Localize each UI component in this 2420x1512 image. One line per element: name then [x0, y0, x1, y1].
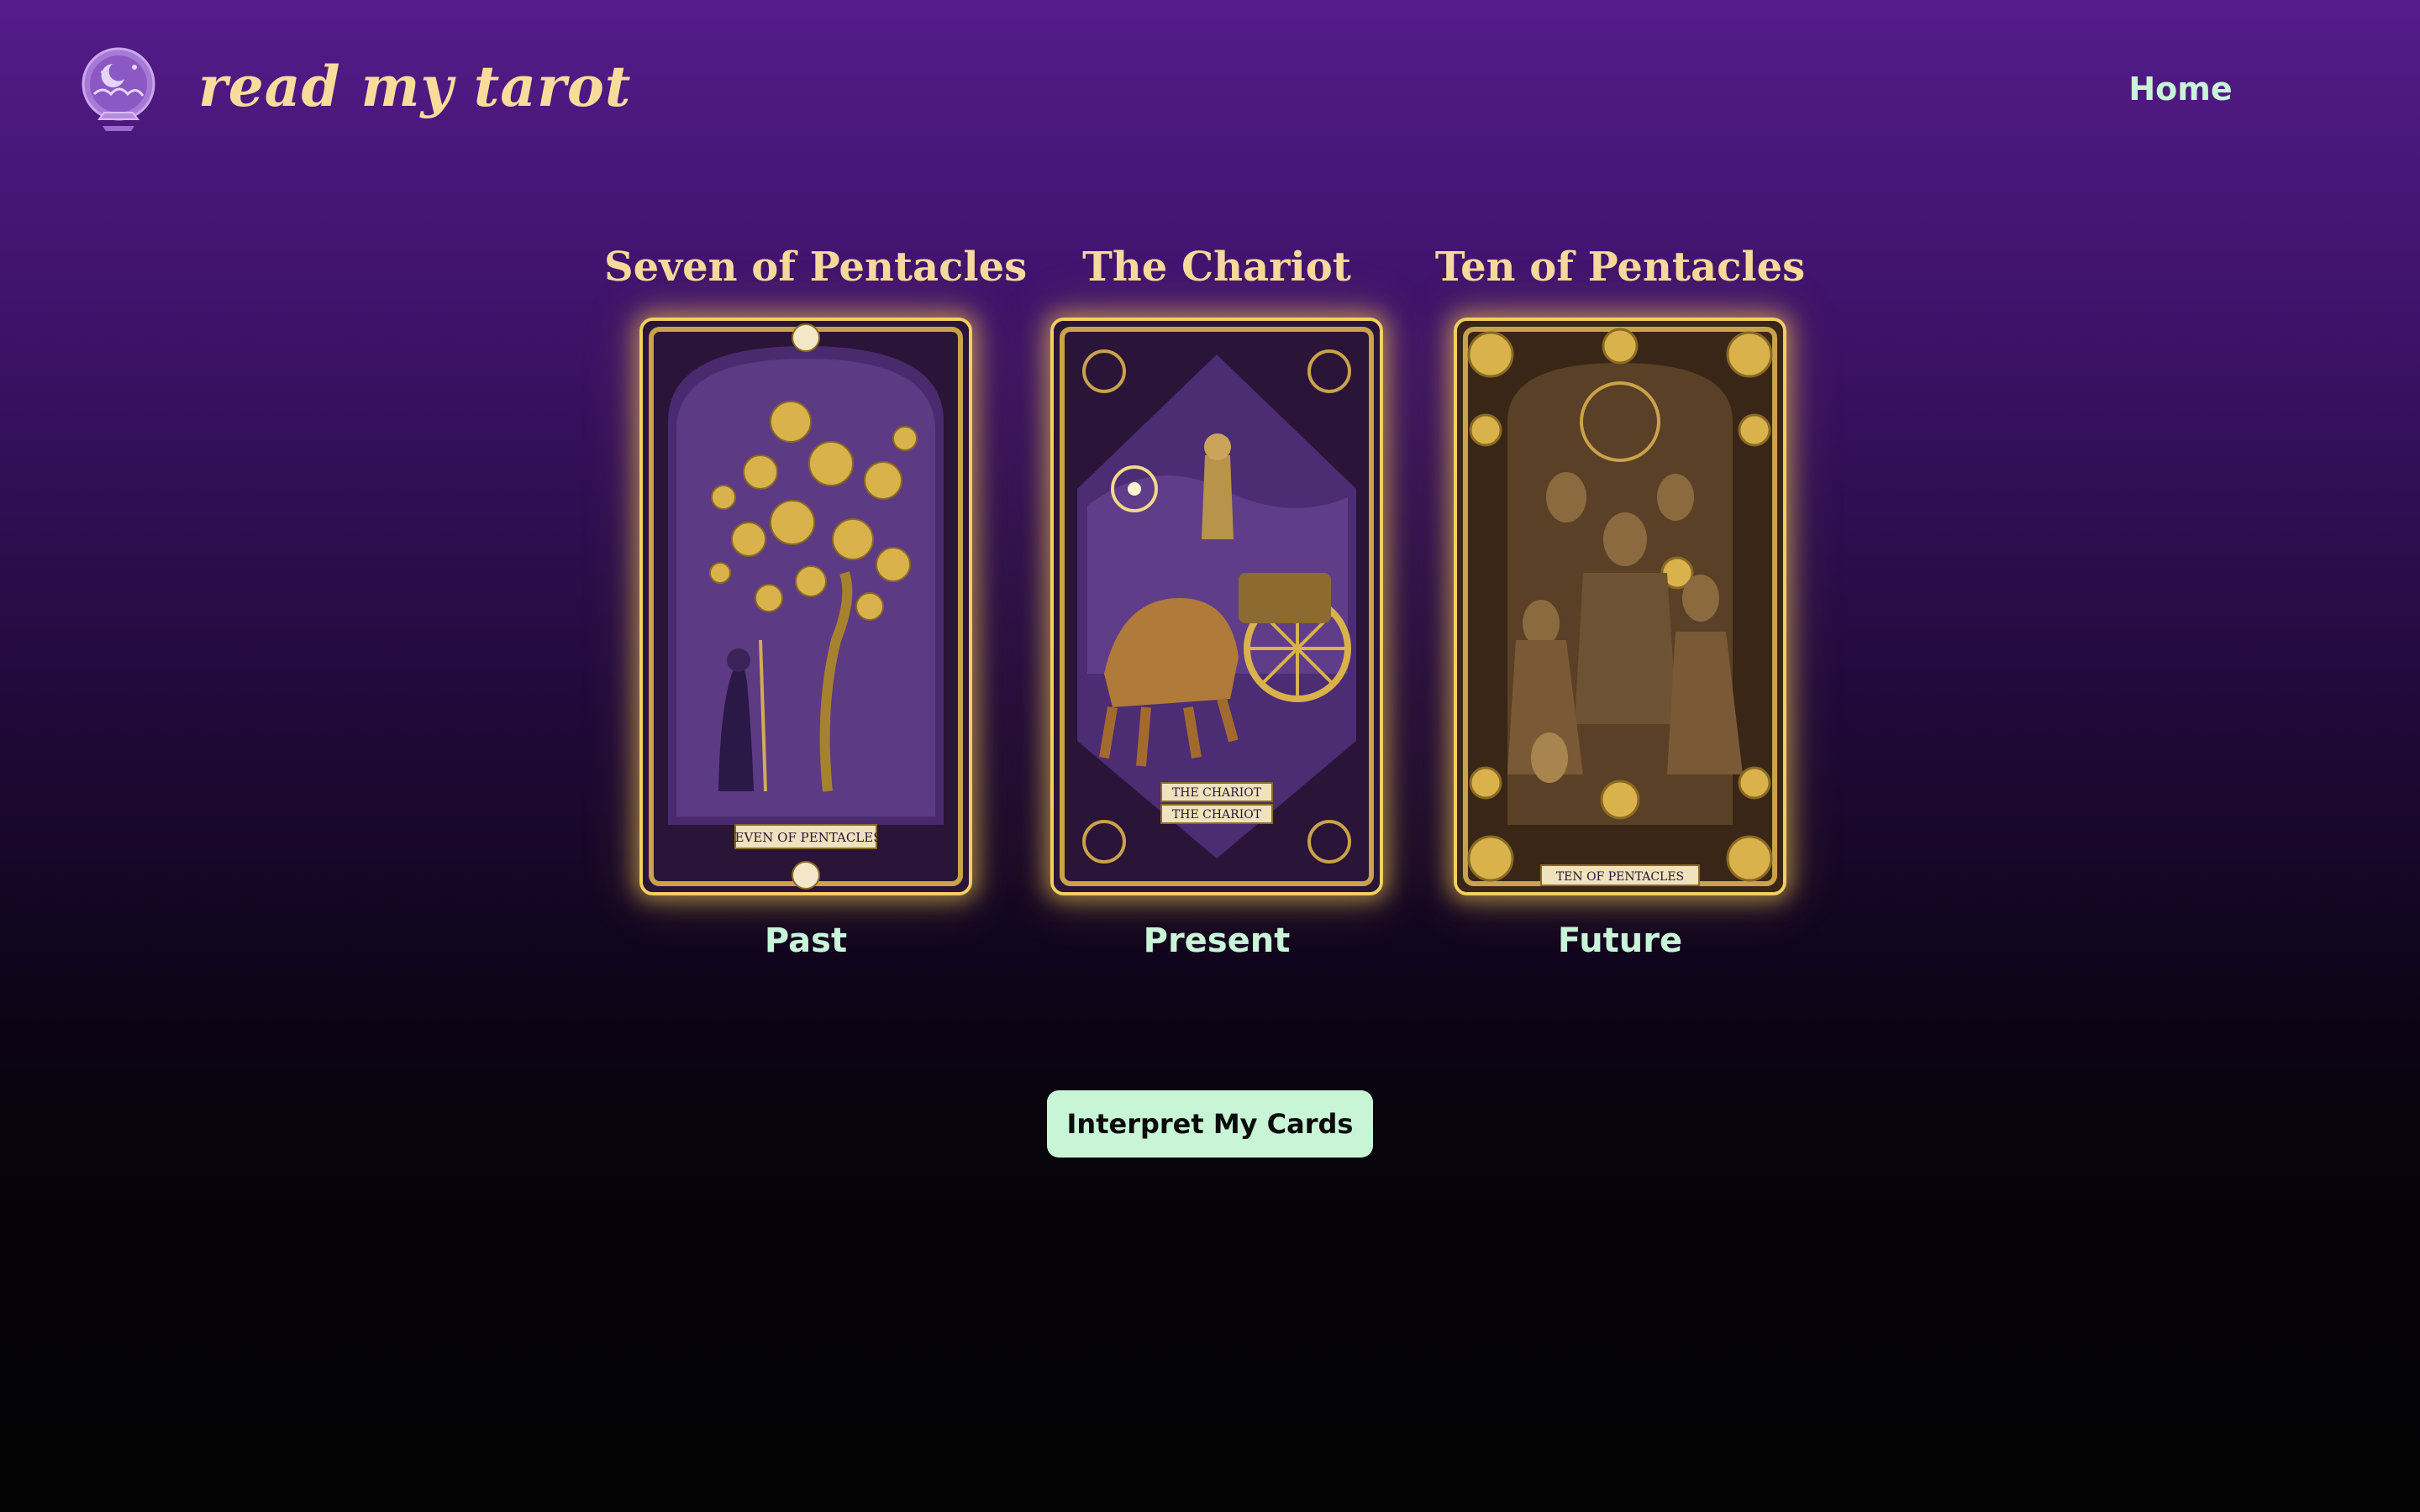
nav-home-link[interactable]: Home	[2118, 66, 2244, 113]
tarot-card-seven-of-pentacles[interactable]: SEVEN OF PENTACLES.	[639, 318, 972, 895]
card-banner-text-repeat: THE CHARIOT	[1172, 808, 1262, 822]
card-title: Seven of Pentacles	[604, 244, 1028, 291]
site-header: read my tarot Home	[0, 0, 2420, 176]
card-banner-text: TEN OF PENTACLES	[1556, 870, 1684, 884]
card-title: Ten of Pentacles	[1434, 244, 1806, 291]
interpret-cards-button[interactable]: Interpret My Cards	[1047, 1090, 1373, 1158]
crystal-ball-icon[interactable]	[69, 42, 168, 141]
brand-name[interactable]: read my tarot	[198, 49, 631, 124]
card-position-label: Past	[764, 921, 848, 960]
card-banner-text: THE CHARIOT	[1172, 786, 1262, 800]
card-title: The Chariot	[1082, 244, 1351, 291]
tarot-card-the-chariot[interactable]: THE CHARIOT THE CHARIOT	[1050, 318, 1383, 895]
card-position-label: Present	[1143, 921, 1291, 960]
card-banner-text: SEVEN OF PENTACLES.	[726, 830, 885, 845]
card-position-label: Future	[1557, 921, 1683, 960]
tarot-card-ten-of-pentacles[interactable]: TEN OF PENTACLES	[1454, 318, 1786, 895]
